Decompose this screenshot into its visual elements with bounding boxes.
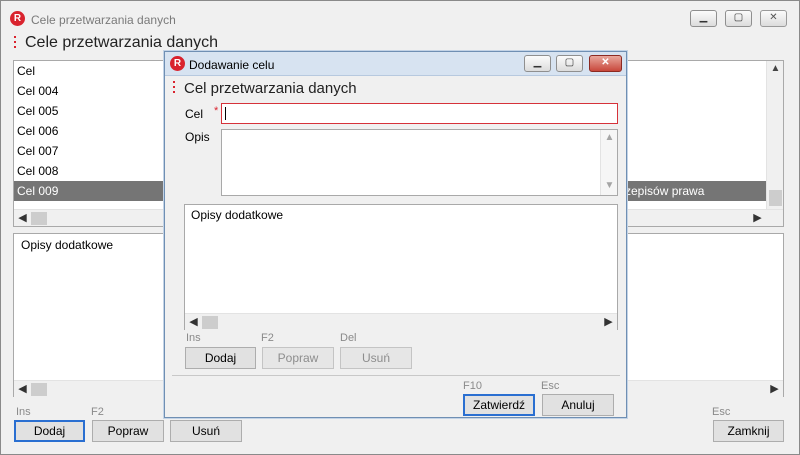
list-item-description: zepisów prawa bbox=[625, 184, 705, 198]
header-accent bbox=[14, 36, 17, 51]
scroll-right-icon[interactable]: ▶ bbox=[749, 210, 766, 227]
main-titlebar[interactable]: R Cele przetwarzania danych ▁ ▢ ✕ bbox=[1, 1, 799, 27]
list-item-label: Cel 009 bbox=[17, 184, 59, 198]
maximize-icon[interactable]: ▢ bbox=[725, 10, 752, 27]
scroll-left-icon[interactable]: ◀ bbox=[14, 210, 31, 227]
header-accent bbox=[173, 81, 176, 96]
dialog-extras-horizontal-scrollbar[interactable]: ◀ ▶ bbox=[185, 313, 617, 330]
list-vertical-scrollbar[interactable]: ▲ bbox=[766, 61, 783, 209]
scroll-up-icon[interactable]: ▲ bbox=[767, 61, 784, 78]
extras-label: Opisy dodatkowe bbox=[21, 238, 114, 252]
opis-vertical-scrollbar[interactable]: ▲ ▼ bbox=[600, 130, 617, 195]
text-cursor bbox=[225, 107, 226, 120]
dialog-header-title: Cel przetwarzania danych bbox=[184, 80, 357, 97]
add-shortcut-hint: Ins bbox=[186, 332, 201, 344]
close-shortcut-hint: Esc bbox=[712, 406, 731, 418]
cancel-shortcut-hint: Esc bbox=[541, 380, 560, 392]
cancel-button[interactable]: Anuluj bbox=[542, 394, 614, 416]
page-title: Cele przetwarzania danych bbox=[25, 34, 218, 51]
delete-shortcut-hint: Del bbox=[340, 332, 357, 344]
minimize-icon[interactable]: ▁ bbox=[690, 10, 717, 27]
add-shortcut-hint: Ins bbox=[16, 406, 31, 418]
scroll-thumb[interactable] bbox=[31, 212, 47, 225]
add-button[interactable]: Dodaj bbox=[14, 420, 85, 442]
dialog-add-button[interactable]: Dodaj bbox=[185, 347, 256, 369]
opis-textarea[interactable]: ▲ ▼ bbox=[221, 129, 618, 196]
delete-button[interactable]: Usuń bbox=[170, 420, 242, 442]
add-goal-dialog: R Dodawanie celu ▁ ▢ ✕ Cel przetwarzania… bbox=[164, 51, 627, 418]
edit-button[interactable]: Popraw bbox=[92, 420, 164, 442]
cel-input[interactable] bbox=[221, 103, 618, 124]
edit-shortcut-hint: F2 bbox=[91, 406, 104, 418]
scroll-down-icon[interactable]: ▼ bbox=[601, 178, 618, 195]
app-logo-icon: R bbox=[10, 11, 25, 26]
scroll-left-icon[interactable]: ◀ bbox=[14, 381, 31, 398]
dialog-title: Dodawanie celu bbox=[189, 58, 275, 72]
close-button[interactable]: Zamknij bbox=[713, 420, 784, 442]
dialog-divider bbox=[172, 375, 620, 376]
scroll-right-icon[interactable]: ▶ bbox=[766, 381, 783, 398]
dialog-extras-label: Opisy dodatkowe bbox=[191, 208, 284, 222]
scroll-thumb[interactable] bbox=[202, 316, 218, 329]
close-icon[interactable]: ✕ bbox=[589, 55, 622, 72]
dialog-edit-button[interactable]: Popraw bbox=[262, 347, 334, 369]
maximize-icon[interactable]: ▢ bbox=[556, 55, 583, 72]
dialog-extras-panel[interactable]: Opisy dodatkowe ◀ ▶ bbox=[184, 204, 618, 330]
scroll-up-icon[interactable]: ▲ bbox=[601, 130, 618, 147]
app-logo-icon: R bbox=[170, 56, 185, 71]
scroll-left-icon[interactable]: ◀ bbox=[185, 314, 202, 331]
cel-label: Cel bbox=[185, 107, 204, 121]
confirm-button[interactable]: Zatwierdź bbox=[463, 394, 535, 416]
required-marker: * bbox=[214, 105, 219, 117]
main-window-title: Cele przetwarzania danych bbox=[31, 13, 176, 27]
dialog-delete-button[interactable]: Usuń bbox=[340, 347, 412, 369]
scroll-thumb[interactable] bbox=[769, 190, 782, 206]
dialog-titlebar[interactable]: R Dodawanie celu ▁ ▢ ✕ bbox=[165, 52, 626, 76]
scroll-thumb[interactable] bbox=[31, 383, 47, 396]
confirm-shortcut-hint: F10 bbox=[463, 380, 482, 392]
close-icon[interactable]: ✕ bbox=[760, 10, 787, 27]
scroll-right-icon[interactable]: ▶ bbox=[600, 314, 617, 331]
opis-label: Opis bbox=[185, 130, 210, 144]
edit-shortcut-hint: F2 bbox=[261, 332, 274, 344]
minimize-icon[interactable]: ▁ bbox=[524, 55, 551, 72]
